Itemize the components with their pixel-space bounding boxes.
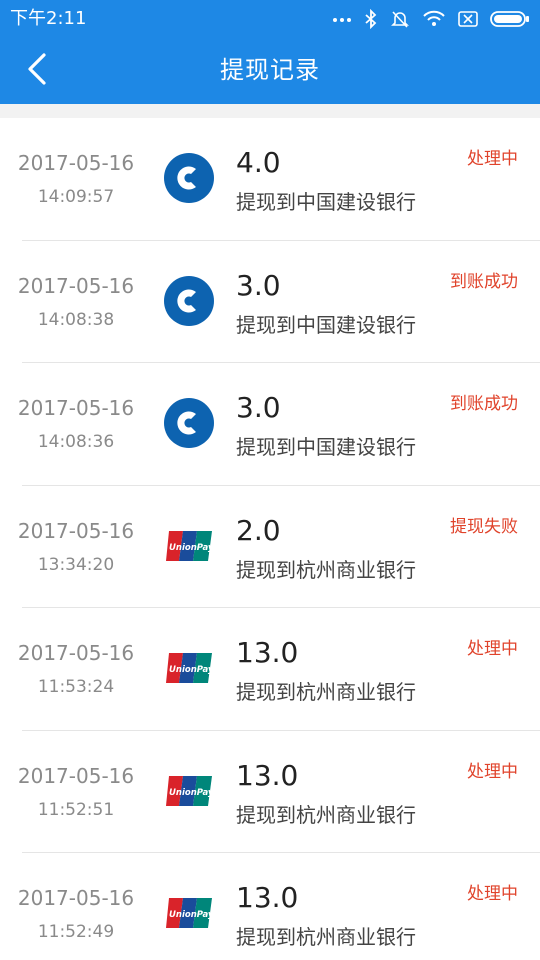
record-date: 2017-05-16 [17,763,135,788]
record-time: 14:08:38 [37,309,115,330]
ccb-logo-icon [163,397,215,449]
record-date: 2017-05-16 [17,396,135,420]
page-title: 提现记录 [220,56,320,84]
record-date: 2017-05-16 [17,886,135,910]
svg-text:UnionPay: UnionPay [169,788,213,798]
unionpay-logo-icon: UnionPay [163,887,215,939]
record-status: 处理中 [467,149,518,169]
unionpay-logo-icon: UnionPay [163,765,215,817]
record-time: 13:34:20 [37,554,115,575]
list-item[interactable]: 2017-05-16 14:08:38 3.0 提现到中国建设银行 到账成功 [0,241,540,363]
status-bar: 下午2:11 [0,0,540,38]
record-description: 提现到杭州商业银行 [236,925,416,949]
list-item[interactable]: 2017-05-16 13:34:20 UnionPay 2.0 提现到杭州商业… [0,486,540,608]
status-time: 下午2:11 [10,8,87,29]
record-description: 提现到杭州商业银行 [236,802,416,827]
record-amount: 13.0 [236,636,299,669]
record-amount: 13.0 [236,758,299,792]
record-date: 2017-05-16 [17,273,135,298]
battery-icon [490,10,530,28]
list-item[interactable]: 2017-05-16 14:09:57 4.0 提现到中国建设银行 处理中 [0,118,540,241]
record-date: 2017-05-16 [17,518,135,543]
record-status: 处理中 [467,761,518,782]
ccb-logo-icon [163,152,215,204]
svg-text:UnionPay: UnionPay [169,665,213,675]
app-bar: 提现记录 [0,38,540,104]
record-time: 11:53:24 [37,677,115,697]
record-status: 处理中 [467,884,518,904]
ccb-logo-icon [163,275,215,327]
list-item[interactable]: 2017-05-16 11:52:49 UnionPay 13.0 提现到杭州商… [0,853,540,960]
record-amount: 13.0 [236,881,299,914]
record-amount: 2.0 [236,513,281,547]
record-time: 11:52:51 [37,799,115,820]
record-amount: 3.0 [236,391,281,424]
list-item[interactable]: 2017-05-16 11:52:51 UnionPay 13.0 提现到杭州商… [0,731,540,853]
record-description: 提现到杭州商业银行 [236,680,416,704]
mute-bell-icon [390,9,410,29]
record-amount: 3.0 [236,268,281,302]
record-description: 提现到中国建设银行 [236,312,416,337]
record-date: 2017-05-16 [17,151,135,175]
record-description: 提现到杭州商业银行 [236,557,416,582]
bluetooth-icon [364,9,378,29]
unionpay-logo-icon: UnionPay [163,642,215,694]
list-top-spacer [0,104,540,118]
svg-text:UnionPay: UnionPay [169,910,213,920]
no-sim-icon [458,10,478,28]
svg-text:UnionPay: UnionPay [169,543,213,553]
record-date: 2017-05-16 [17,641,135,665]
record-description: 提现到中国建设银行 [236,435,416,459]
record-description: 提现到中国建设银行 [236,190,416,214]
record-status: 到账成功 [450,394,518,414]
record-status: 到账成功 [450,271,518,292]
list-item[interactable]: 2017-05-16 14:08:36 3.0 提现到中国建设银行 到账成功 [0,363,540,486]
status-icons [332,7,530,31]
record-status: 处理中 [467,639,518,659]
record-time: 14:09:57 [37,187,115,207]
record-time: 14:08:36 [37,432,115,452]
wifi-icon [422,10,446,28]
more-dots-icon [332,15,352,23]
record-amount: 4.0 [236,146,281,179]
record-status: 提现失败 [450,516,518,537]
unionpay-logo-icon: UnionPay [163,520,215,572]
list-item[interactable]: 2017-05-16 11:53:24 UnionPay 13.0 提现到杭州商… [0,608,540,731]
withdraw-record-list: 2017-05-16 14:09:57 4.0 提现到中国建设银行 处理中 20… [0,118,540,960]
record-time: 11:52:49 [37,922,115,942]
